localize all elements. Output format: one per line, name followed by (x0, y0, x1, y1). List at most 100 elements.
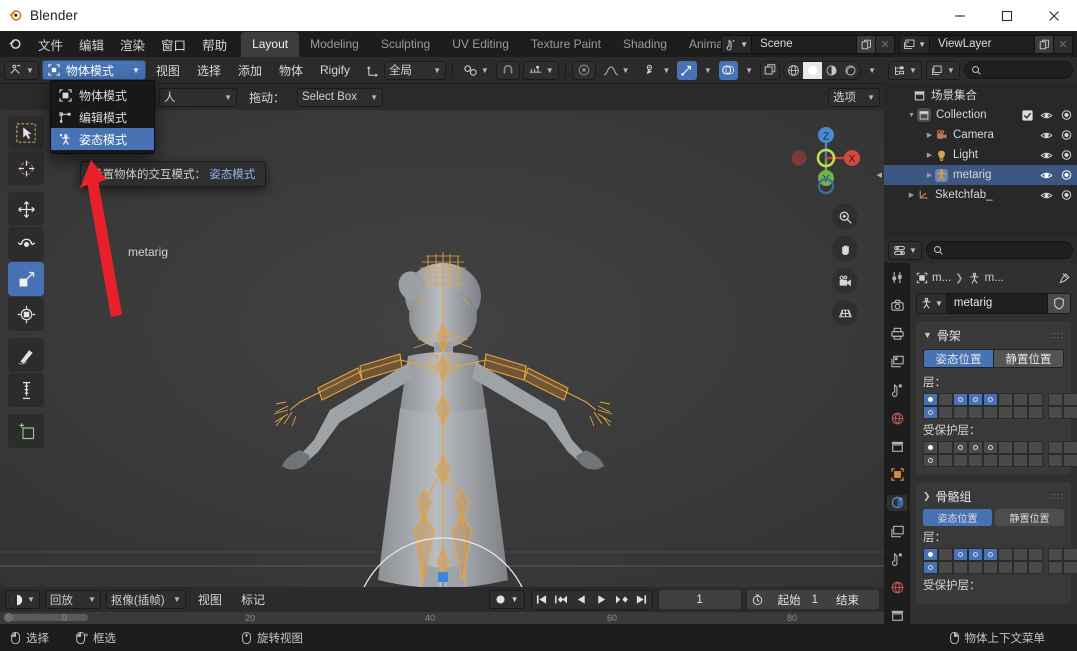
minimize-icon[interactable] (936, 0, 983, 31)
end-frame-box[interactable]: 结束 (827, 590, 879, 609)
layer-cell[interactable] (1063, 406, 1077, 419)
pose-position-button[interactable]: 姿态位置 (923, 349, 994, 368)
overlays-icon[interactable] (719, 61, 738, 80)
layer-cell[interactable] (983, 406, 998, 419)
layer-cell[interactable] (968, 406, 983, 419)
layer-cell[interactable] (1048, 561, 1063, 574)
bone-group-pose-position[interactable]: 姿态位置 (923, 509, 992, 526)
solid-shading-icon[interactable] (803, 62, 822, 79)
gizmo-icon[interactable] (677, 61, 696, 80)
layer-cell[interactable] (968, 561, 983, 574)
data-tab[interactable] (887, 523, 907, 539)
camera-render-icon[interactable] (1060, 189, 1073, 201)
tab-texture-paint[interactable]: Texture Paint (520, 32, 612, 57)
viewlayer-tab[interactable] (887, 354, 907, 370)
menu-file[interactable]: 文件 (30, 32, 71, 57)
transform-tool[interactable] (8, 297, 44, 331)
layer-cell[interactable] (1028, 406, 1043, 419)
layer-cell[interactable] (923, 561, 938, 574)
layer-cell[interactable] (998, 393, 1013, 406)
layer-cell[interactable] (983, 454, 998, 467)
material-preview-shading-icon[interactable] (822, 62, 841, 79)
layer-cell[interactable] (1028, 454, 1043, 467)
dropdown-item-edit-mode[interactable]: 编辑模式 (51, 106, 154, 128)
sidebar-toggle-arrow-icon[interactable]: ◂ (876, 168, 882, 181)
timeline-menu-playback[interactable]: 回放 ▼ (45, 590, 101, 609)
layer-cell[interactable] (923, 441, 938, 454)
layer-cell[interactable] (1048, 441, 1063, 454)
grid-ortho-icon[interactable] (832, 300, 858, 326)
gizmo-dropdown[interactable]: ▼ (700, 61, 716, 80)
filter-icon[interactable]: ▼ (926, 61, 960, 80)
armature-panel-header[interactable]: ▼ 骨架 :::: (923, 325, 1064, 345)
play-reverse-icon[interactable] (572, 591, 592, 609)
properties-search-input[interactable] (926, 241, 1073, 259)
layer-cell[interactable] (938, 393, 953, 406)
modifier-tab[interactable] (887, 495, 907, 511)
layer-cell[interactable] (968, 441, 983, 454)
eye-icon[interactable] (1040, 190, 1053, 201)
tab-shading[interactable]: Shading (612, 32, 678, 57)
layer-cell[interactable] (1048, 548, 1063, 561)
disclosure-triangle[interactable]: ▶ (924, 131, 935, 139)
eye-icon[interactable] (1040, 110, 1053, 121)
shading-dropdown[interactable]: ▼ (864, 61, 880, 80)
scale-tool[interactable] (8, 262, 44, 296)
move-tool[interactable] (8, 192, 44, 226)
timeline-scroll-handle[interactable] (4, 613, 13, 622)
pin-icon[interactable] (1058, 272, 1071, 285)
jump-end-icon[interactable] (632, 591, 652, 609)
disclosure-triangle[interactable]: ▶ (906, 191, 917, 199)
tool-tab[interactable] (887, 269, 907, 285)
layer-cell[interactable] (923, 393, 938, 406)
eye-icon[interactable] (1040, 130, 1053, 141)
editor-type-icon[interactable]: ▼ (4, 61, 39, 80)
particles-tab[interactable] (887, 608, 907, 624)
texture-tab[interactable] (887, 580, 907, 596)
disclosure-triangle[interactable]: ▶ (924, 171, 935, 179)
layer-cell[interactable] (923, 454, 938, 467)
outliner-row-collection[interactable]: ▼ Collection (884, 105, 1077, 125)
layer-cell[interactable] (953, 454, 968, 467)
material-tab[interactable] (887, 551, 907, 567)
snap-pivot-icon[interactable]: ▼ (459, 61, 493, 80)
eye-icon[interactable] (1040, 150, 1053, 161)
layer-cell[interactable] (1063, 393, 1077, 406)
layer-cell[interactable] (938, 561, 953, 574)
layer-cell[interactable] (998, 454, 1013, 467)
scene-name[interactable]: Scene (752, 35, 857, 54)
timeline-horizontal-scrollbar[interactable] (4, 614, 88, 621)
eye-icon[interactable] (1040, 170, 1053, 181)
select-mode-dropdown[interactable]: 人 ▼ (159, 88, 237, 107)
layer-cell[interactable] (1063, 441, 1077, 454)
layer-cell[interactable] (1028, 548, 1043, 561)
layer-cell[interactable] (968, 548, 983, 561)
outliner-search-input[interactable] (964, 61, 1073, 79)
play-icon[interactable] (592, 591, 612, 609)
timeline-editor-icon[interactable]: ▼ (5, 590, 40, 609)
tab-sculpting[interactable]: Sculpting (370, 32, 441, 57)
layer-cell[interactable] (983, 561, 998, 574)
menu-window[interactable]: 窗口 (153, 32, 194, 57)
auto-keying-toggle[interactable]: ▼ (489, 590, 525, 609)
viewlayer-icon[interactable]: ▼ (899, 35, 930, 54)
layer-cell[interactable] (953, 561, 968, 574)
proportional-edit-icon[interactable] (572, 61, 596, 80)
rotate-tool[interactable] (8, 227, 44, 261)
menu-render[interactable]: 渲染 (112, 32, 153, 57)
layer-cell[interactable] (1013, 561, 1028, 574)
viewlayer-name[interactable]: ViewLayer (930, 35, 1035, 54)
camera-render-icon[interactable] (1060, 169, 1073, 181)
layer-cell[interactable] (1063, 454, 1077, 467)
transform-orientation-select[interactable]: 全局 ▼ (384, 61, 446, 80)
layer-cell[interactable] (938, 548, 953, 561)
camera-render-icon[interactable] (1060, 149, 1073, 161)
overlays-dropdown[interactable]: ▼ (741, 61, 757, 80)
drag-action-dropdown[interactable]: Select Box ▼ (297, 88, 383, 107)
layer-cell[interactable] (998, 406, 1013, 419)
cursor-tool[interactable] (8, 151, 44, 185)
dropdown-item-pose-mode[interactable]: 姿态模式 (51, 128, 154, 150)
layer-cell[interactable] (998, 561, 1013, 574)
disclosure-triangle[interactable]: ▼ (906, 112, 917, 119)
rest-position-button[interactable]: 静置位置 (994, 349, 1064, 368)
